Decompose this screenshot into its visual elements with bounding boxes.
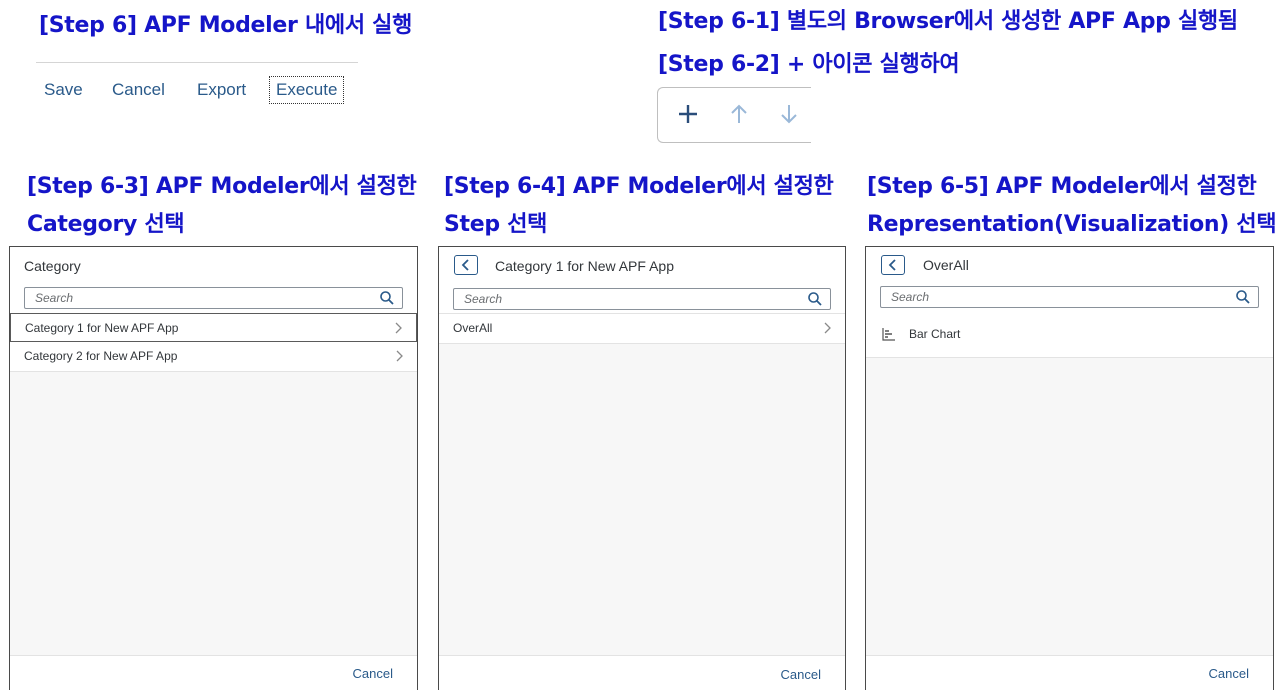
search-icon[interactable] bbox=[1235, 289, 1251, 305]
panel-footer: Cancel bbox=[439, 655, 845, 690]
chevron-right-icon bbox=[396, 350, 403, 362]
chevron-right-icon bbox=[824, 322, 831, 334]
step6-3-heading-line1: [Step 6-3] APF Modeler에서 설정한 bbox=[27, 174, 417, 199]
list-item-label: Category 2 for New APF App bbox=[24, 349, 178, 363]
step6-4-heading-line1: [Step 6-4] APF Modeler에서 설정한 bbox=[444, 174, 834, 199]
list-item-bar-chart[interactable]: Bar Chart bbox=[866, 313, 1273, 358]
search-placeholder: Search bbox=[464, 292, 503, 306]
search-input[interactable]: Search bbox=[880, 286, 1259, 308]
back-button[interactable] bbox=[454, 255, 478, 275]
search-placeholder: Search bbox=[35, 291, 74, 305]
step6-5-heading: [Step 6-5] APF Modeler에서 설정한 Representat… bbox=[867, 168, 1277, 244]
save-button[interactable]: Save bbox=[40, 77, 87, 103]
back-button[interactable] bbox=[881, 255, 905, 275]
chevron-left-icon bbox=[888, 259, 896, 271]
list-item-label: Category 1 for New APF App bbox=[25, 321, 179, 335]
step-panel-header: Category 1 for New APF App Search bbox=[439, 247, 845, 314]
list-item-overall[interactable]: OverAll bbox=[439, 314, 845, 344]
toolbar-divider bbox=[36, 62, 358, 63]
arrow-down-icon[interactable] bbox=[775, 99, 803, 129]
export-button[interactable]: Export bbox=[193, 77, 250, 103]
step6-3-heading: [Step 6-3] APF Modeler에서 설정한 Category 선택 bbox=[27, 168, 417, 244]
step6-4-heading-line2: Step 선택 bbox=[444, 212, 548, 237]
step6-3-heading-line2: Category 선택 bbox=[27, 212, 185, 237]
panel-footer: Cancel bbox=[10, 655, 417, 690]
search-icon[interactable] bbox=[379, 290, 395, 306]
cancel-button[interactable]: Cancel bbox=[781, 667, 821, 682]
representation-panel-header: OverAll Search bbox=[866, 247, 1273, 314]
category-panel: Category Search Category 1 for New APF A… bbox=[9, 246, 418, 690]
panel-title: OverAll bbox=[923, 257, 969, 273]
arrow-up-icon[interactable] bbox=[725, 99, 753, 129]
list-item-category-1[interactable]: Category 1 for New APF App bbox=[10, 313, 417, 342]
category-panel-header: Category Search bbox=[10, 247, 417, 314]
list-item-label: Bar Chart bbox=[909, 327, 961, 341]
chevron-left-icon bbox=[461, 259, 469, 271]
search-input[interactable]: Search bbox=[453, 288, 831, 310]
search-placeholder: Search bbox=[891, 290, 930, 304]
step6-4-heading: [Step 6-4] APF Modeler에서 설정한 Step 선택 bbox=[444, 168, 834, 244]
step-panel: Category 1 for New APF App Search OverAl… bbox=[438, 246, 846, 690]
step6-5-heading-line1: [Step 6-5] APF Modeler에서 설정한 bbox=[867, 174, 1257, 199]
plus-icon[interactable] bbox=[674, 99, 702, 129]
panel-title: Category 1 for New APF App bbox=[495, 258, 674, 274]
cancel-button[interactable]: Cancel bbox=[108, 77, 169, 103]
chevron-right-icon bbox=[395, 322, 402, 334]
list-item-category-2[interactable]: Category 2 for New APF App bbox=[10, 342, 417, 372]
cancel-button[interactable]: Cancel bbox=[353, 666, 393, 681]
search-icon[interactable] bbox=[807, 291, 823, 307]
search-input[interactable]: Search bbox=[24, 287, 403, 309]
panel-title: Category bbox=[24, 258, 81, 274]
step6-heading: [Step 6] APF Modeler 내에서 실행 bbox=[39, 13, 413, 38]
cancel-button[interactable]: Cancel bbox=[1209, 666, 1249, 681]
step6-2-heading: [Step 6-2] + 아이콘 실행하여 bbox=[658, 52, 960, 77]
step6-5-heading-line2: Representation(Visualization) 선택 bbox=[867, 212, 1277, 237]
step6-1-heading: [Step 6-1] 별도의 Browser에서 생성한 APF App 실행됨 bbox=[658, 9, 1238, 34]
panel-footer: Cancel bbox=[866, 655, 1273, 690]
representation-panel: OverAll Search Bar Chart Cancel bbox=[865, 246, 1274, 690]
execute-button[interactable]: Execute bbox=[269, 76, 345, 104]
list-item-label: OverAll bbox=[453, 321, 493, 335]
bar-chart-icon bbox=[882, 328, 895, 341]
